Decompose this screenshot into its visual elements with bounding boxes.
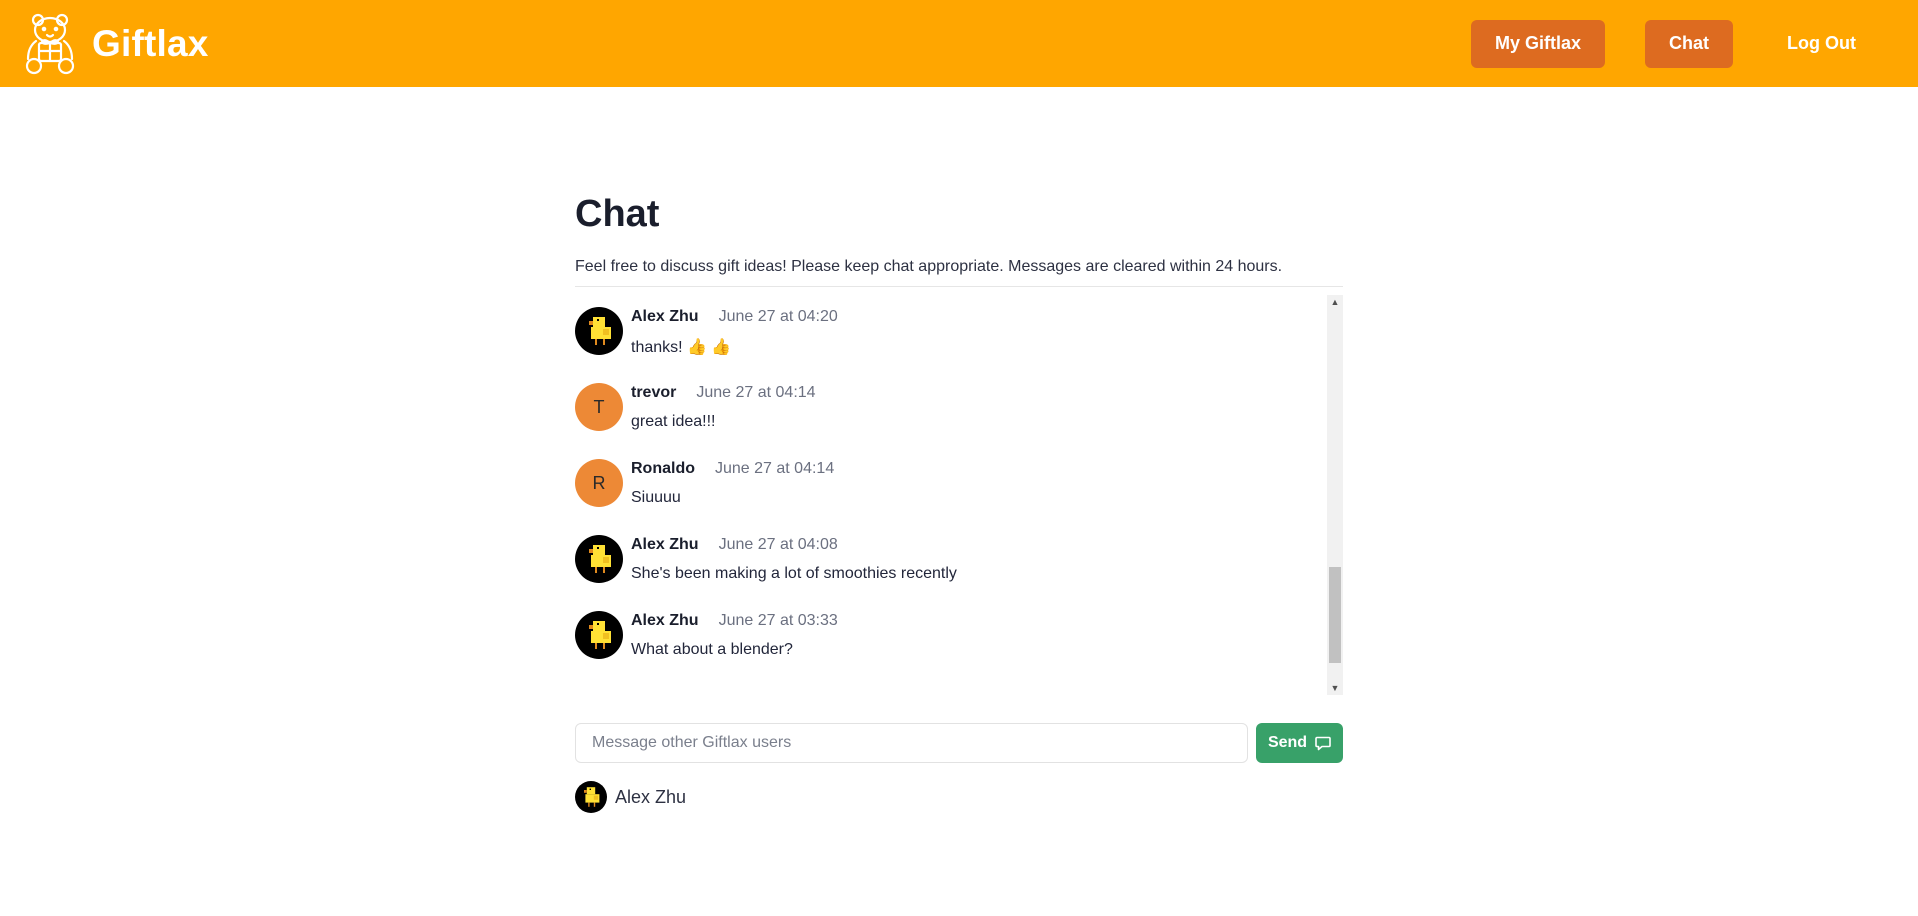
message-list: Alex Zhu June 27 at 04:20 thanks! 👍 👍 T …: [575, 307, 1325, 687]
message-timestamp: June 27 at 04:20: [718, 308, 838, 325]
message-header: trevor June 27 at 04:14: [631, 384, 816, 402]
send-button-label: Send: [1267, 734, 1308, 751]
duck-avatar-icon: [589, 621, 611, 649]
message-content: Alex Zhu June 27 at 03:33 What about a b…: [631, 611, 838, 659]
my-giftlax-button[interactable]: My Giftlax: [1470, 19, 1606, 68]
message-timestamp: June 27 at 04:14: [715, 460, 835, 477]
message-text: thanks! 👍 👍: [631, 339, 732, 356]
message-author: trevor: [631, 384, 677, 401]
message-content: Alex Zhu June 27 at 04:08 She's been mak…: [631, 535, 957, 583]
current-user-avatar: [575, 781, 607, 813]
message-list-scrollbar[interactable]: ▲ ▼: [1327, 295, 1343, 695]
brand-name: Giftlax: [92, 22, 209, 64]
message-text: Siuuuu: [631, 489, 681, 506]
duck-avatar-icon: [584, 787, 600, 807]
avatar: [575, 535, 623, 583]
chat-nav-button[interactable]: Chat: [1645, 19, 1734, 68]
avatar: R: [575, 459, 623, 507]
avatar: [575, 611, 623, 659]
message-text: She's been making a lot of smoothies rec…: [631, 565, 957, 582]
message-timestamp: June 27 at 04:14: [696, 384, 816, 401]
chat-bubble-icon: [1315, 736, 1331, 751]
avatar: T: [575, 383, 623, 431]
teddy-bear-gift-logo-icon: [25, 13, 75, 74]
message-content: Alex Zhu June 27 at 04:20 thanks! 👍 👍: [631, 307, 838, 357]
message-header: Alex Zhu June 27 at 04:20: [631, 308, 838, 326]
scroll-down-arrow-icon[interactable]: ▼: [1327, 681, 1343, 695]
message-header: Alex Zhu June 27 at 03:33: [631, 612, 838, 630]
message-item: Alex Zhu June 27 at 03:33 What about a b…: [575, 611, 1325, 687]
send-button[interactable]: Send: [1256, 723, 1343, 763]
current-user-indicator: Alex Zhu: [575, 781, 1343, 813]
message-item: T trevor June 27 at 04:14 great idea!!!: [575, 383, 1325, 459]
message-author: Alex Zhu: [631, 612, 699, 629]
chat-page: Chat Feel free to discuss gift ideas! Pl…: [575, 87, 1343, 813]
current-user-name: Alex Zhu: [615, 786, 687, 807]
message-item: Alex Zhu June 27 at 04:20 thanks! 👍 👍: [575, 307, 1325, 383]
message-header: Ronaldo June 27 at 04:14: [631, 460, 834, 478]
top-navbar: Giftlax My Giftlax Chat Log Out: [0, 0, 1918, 87]
brand[interactable]: Giftlax: [18, 11, 209, 77]
duck-avatar-icon: [589, 317, 611, 345]
message-content: trevor June 27 at 04:14 great idea!!!: [631, 383, 816, 431]
chat-description: Feel free to discuss gift ideas! Please …: [575, 258, 1343, 287]
message-author: Ronaldo: [631, 460, 695, 477]
message-author: Alex Zhu: [631, 536, 699, 553]
message-header: Alex Zhu June 27 at 04:08: [631, 536, 957, 554]
message-text: great idea!!!: [631, 413, 716, 430]
message-text: What about a blender?: [631, 641, 793, 658]
avatar: [575, 307, 623, 355]
message-composer: Send: [575, 723, 1343, 763]
main-nav: My Giftlax Chat Log Out: [1470, 19, 1870, 68]
page-title: Chat: [575, 193, 660, 235]
message-list-container[interactable]: Alex Zhu June 27 at 04:20 thanks! 👍 👍 T …: [575, 295, 1343, 695]
message-author: Alex Zhu: [631, 308, 699, 325]
logout-link[interactable]: Log Out: [1773, 33, 1870, 54]
message-item: R Ronaldo June 27 at 04:14 Siuuuu: [575, 459, 1325, 535]
message-item: Alex Zhu June 27 at 04:08 She's been mak…: [575, 535, 1325, 611]
scroll-up-arrow-icon[interactable]: ▲: [1327, 295, 1343, 309]
message-content: Ronaldo June 27 at 04:14 Siuuuu: [631, 459, 834, 507]
scrollbar-thumb[interactable]: [1329, 567, 1341, 663]
message-timestamp: June 27 at 04:08: [718, 536, 838, 553]
message-timestamp: June 27 at 03:33: [718, 612, 838, 629]
message-input[interactable]: [575, 723, 1248, 763]
duck-avatar-icon: [589, 545, 611, 573]
